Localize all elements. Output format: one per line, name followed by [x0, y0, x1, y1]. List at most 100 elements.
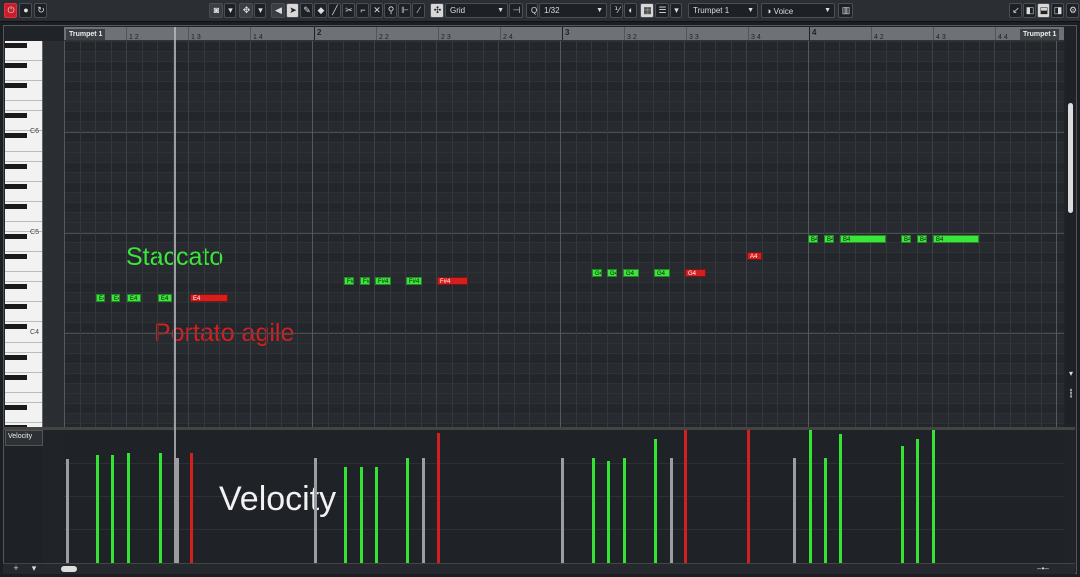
quantize-select[interactable]: 1/32 ▼ [539, 3, 607, 18]
velocity-bar[interactable] [406, 458, 409, 563]
velocity-bar[interactable] [932, 430, 935, 563]
controller-lane-label[interactable]: Velocity [5, 430, 43, 446]
line-tool-icon[interactable]: ╱ [328, 3, 341, 18]
keyboard-icon[interactable]: ▥ [838, 3, 853, 18]
black-key[interactable] [5, 203, 27, 209]
midi-note[interactable]: B4 [901, 235, 911, 243]
camera-icon[interactable]: ◙ [209, 3, 223, 18]
track-select[interactable]: Trumpet 1 ▼ [688, 3, 758, 18]
velocity-bar[interactable] [375, 467, 378, 563]
layers-icon[interactable]: ☰ [655, 3, 669, 18]
black-key[interactable] [5, 113, 27, 119]
black-key[interactable] [5, 163, 27, 169]
midi-note[interactable]: E4 [158, 294, 172, 302]
panel-right-icon[interactable]: ◨ [1051, 3, 1064, 18]
midi-note[interactable]: F#4 [406, 277, 422, 285]
midi-note[interactable]: B4 [824, 235, 834, 243]
scrollbar-thumb[interactable] [1068, 103, 1073, 213]
black-key[interactable] [5, 63, 27, 69]
black-key[interactable] [5, 183, 27, 189]
midi-note[interactable]: G4 [592, 269, 602, 277]
settings-gear-icon[interactable]: ⚙ [1066, 3, 1079, 18]
velocity-bar[interactable] [793, 458, 796, 563]
velocity-bar[interactable] [66, 459, 69, 563]
velocity-bar[interactable] [176, 458, 179, 563]
black-key[interactable] [5, 83, 27, 89]
velocity-bar[interactable] [747, 430, 750, 563]
piano-keyboard[interactable]: C6 C5 C4 [5, 41, 43, 427]
black-key[interactable] [5, 133, 27, 139]
velocity-lane[interactable]: Velocity [64, 430, 1064, 563]
expression-map-select[interactable]: ◑ Voice ▼ [761, 3, 835, 18]
playhead-cursor[interactable] [174, 27, 176, 567]
black-key[interactable] [5, 43, 27, 48]
piano-roll-icon[interactable]: ▦ [640, 3, 654, 18]
midi-note[interactable]: G4 [685, 269, 706, 277]
panel-bottom-icon[interactable]: ⬓ [1037, 3, 1050, 18]
velocity-bar[interactable] [916, 439, 919, 563]
black-key[interactable] [5, 324, 27, 330]
midi-note[interactable]: E4 [96, 294, 105, 302]
velocity-bar[interactable] [159, 453, 162, 563]
midi-note[interactable]: B4 [840, 235, 886, 243]
horizontal-scroll-thumb[interactable] [61, 566, 77, 572]
trim-tool-icon[interactable]: ⊩ [398, 3, 411, 18]
velocity-bar[interactable] [654, 439, 657, 563]
midi-note[interactable]: G4 [654, 269, 670, 277]
glue-tool-icon[interactable]: ⌐ [356, 3, 369, 18]
zoom-slider-icon[interactable]: ┇ [1066, 386, 1076, 401]
dropdown-arrow-icon[interactable]: ▾ [224, 3, 236, 18]
ruler[interactable]: 2 3 4 1 2 1 3 1 4 2 2 2 3 2 4 3 2 3 3 3 4 4 2 4 3 4 4 [64, 27, 1064, 41]
velocity-bar[interactable] [684, 430, 687, 563]
black-key[interactable] [5, 304, 27, 310]
black-key[interactable] [5, 254, 27, 260]
velocity-bar[interactable] [824, 458, 827, 563]
add-lane-icon[interactable]: + [11, 561, 21, 576]
velocity-bar[interactable] [901, 446, 904, 563]
scroll-down-icon[interactable]: ▾ [1066, 366, 1076, 381]
black-key[interactable] [5, 374, 27, 380]
midi-note[interactable]: F#4 [437, 277, 468, 285]
velocity-bar[interactable] [314, 458, 317, 563]
horizontal-zoom-slider-icon[interactable]: –•– [1023, 561, 1063, 576]
pencil-tool-icon[interactable]: ✎ [300, 3, 313, 18]
midi-note[interactable]: G4 [607, 269, 617, 277]
quantize-icon[interactable]: Q [526, 3, 538, 18]
drumstick-tool-icon[interactable]: ∕ [412, 3, 425, 18]
velocity-bar[interactable] [344, 467, 347, 563]
arrow-in-icon[interactable]: ↙ [1009, 3, 1022, 18]
speaker-icon[interactable]: ◀ [271, 3, 285, 18]
velocity-bar[interactable] [190, 453, 193, 563]
velocity-bar[interactable] [437, 433, 440, 563]
midi-note[interactable]: F#4 [344, 277, 354, 285]
black-key[interactable] [5, 284, 27, 290]
dropdown-arrow-icon[interactable]: ▾ [670, 3, 682, 18]
black-key[interactable] [5, 233, 27, 239]
velocity-bar[interactable] [111, 455, 114, 563]
midi-note[interactable]: B4 [808, 235, 818, 243]
quantize-preset-icon[interactable]: ⅟ [610, 3, 623, 18]
velocity-bar[interactable] [96, 455, 99, 563]
velocity-bar[interactable] [360, 467, 363, 563]
note-grid[interactable]: Staccato Portato agile E4E4E4E4E4F#4F#4F… [64, 41, 1064, 427]
midi-note[interactable]: G4 [623, 269, 639, 277]
velocity-bar[interactable] [670, 458, 673, 563]
insert-icon[interactable]: ✥ [239, 3, 253, 18]
dropdown-arrow-icon[interactable]: ▾ [254, 3, 266, 18]
zoom-tool-icon[interactable]: ⚲ [384, 3, 397, 18]
loop-icon[interactable]: ↻ [34, 3, 47, 18]
midi-note[interactable]: E4 [111, 294, 120, 302]
pointer-tool-icon[interactable]: ➤ [286, 3, 299, 18]
velocity-bar[interactable] [561, 458, 564, 563]
velocity-bar[interactable] [623, 458, 626, 563]
snap-toggle-icon[interactable]: ✣ [430, 3, 444, 18]
black-key[interactable] [5, 354, 27, 360]
eraser-tool-icon[interactable]: ◆ [314, 3, 327, 18]
black-key[interactable] [5, 404, 27, 410]
vertical-scrollbar[interactable]: ▾ ┇ [1066, 41, 1076, 427]
record-toggle-icon[interactable]: ⏻ [4, 3, 17, 18]
velocity-bar[interactable] [592, 458, 595, 563]
velocity-bar[interactable] [839, 434, 842, 563]
scissors-tool-icon[interactable]: ✂ [342, 3, 355, 18]
iterative-quantize-icon[interactable]: ◐ [624, 3, 637, 18]
